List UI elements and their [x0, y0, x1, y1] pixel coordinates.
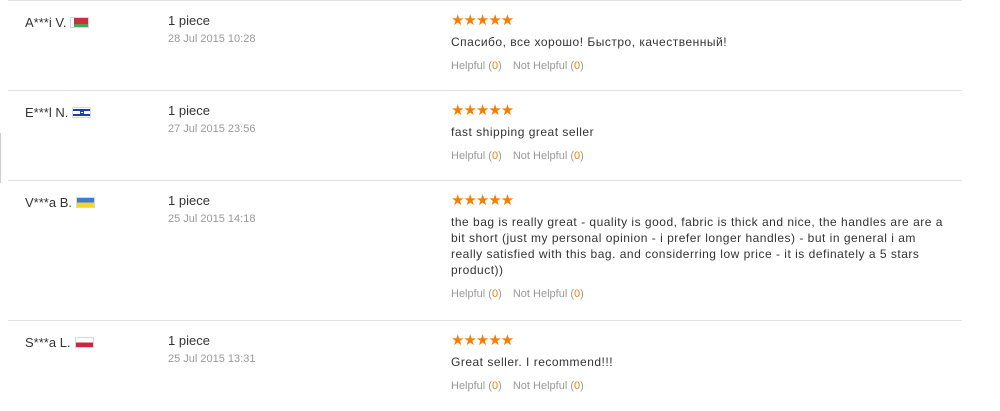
buyer-name: A***i V. — [25, 15, 67, 30]
order-info: 1 piece 28 Jul 2015 10:28 — [168, 13, 255, 45]
review-item: V***a B. 1 piece 25 Jul 2015 14:18 ★★★★★… — [8, 180, 962, 320]
review-item: E***l N. 1 piece 27 Jul 2015 23:56 ★★★★★… — [8, 90, 962, 180]
helpful-label: Helpful — [451, 150, 486, 162]
review-content: ★★★★★ the bag is really great - quality … — [451, 193, 951, 300]
belarus-flag-icon — [70, 17, 90, 28]
not-helpful-count: 0 — [574, 288, 581, 300]
star-rating: ★★★★★ — [451, 332, 514, 349]
buyer-info: V***a B. — [25, 195, 95, 210]
helpful-count: 0 — [491, 150, 499, 162]
helpful-button[interactable]: Helpful (0) — [451, 150, 502, 162]
helpful-label: Helpful — [451, 380, 486, 392]
star-rating: ★★★★★ — [451, 102, 514, 119]
not-helpful-count: 0 — [574, 380, 581, 392]
order-quantity: 1 piece — [168, 13, 210, 28]
not-helpful-label: Not Helpful — [512, 150, 568, 162]
not-helpful-count: 0 — [574, 150, 581, 162]
review-item: A***i V. 1 piece 28 Jul 2015 10:28 ★★★★★… — [8, 0, 962, 90]
order-quantity: 1 piece — [168, 103, 210, 118]
review-content: ★★★★★ Great seller. I recommend!!! Helpf… — [451, 333, 951, 392]
buyer-info: E***l N. — [25, 105, 92, 120]
israel-flag-icon — [72, 107, 92, 118]
order-info: 1 piece 27 Jul 2015 23:56 — [168, 103, 255, 135]
buyer-info: A***i V. — [25, 15, 90, 30]
review-text: Great seller. I recommend!!! — [451, 355, 614, 369]
not-helpful-count: 0 — [574, 60, 581, 72]
helpful-count: 0 — [491, 60, 499, 72]
not-helpful-button[interactable]: Not Helpful (0) — [513, 288, 584, 300]
review-date: 25 Jul 2015 14:18 — [168, 213, 256, 225]
review-text: Спасибо, все хорошо! Быстро, качественны… — [451, 35, 728, 49]
order-quantity: 1 piece — [168, 333, 210, 348]
buyer-info: S***a L. — [25, 335, 94, 350]
helpful-button[interactable]: Helpful (0) — [451, 380, 502, 392]
not-helpful-button[interactable]: Not Helpful (0) — [513, 150, 584, 162]
review-date: 28 Jul 2015 10:28 — [168, 33, 256, 45]
helpful-row: Helpful (0) Not Helpful (0) — [451, 380, 951, 392]
helpful-label: Helpful — [451, 60, 486, 72]
review-list: A***i V. 1 piece 28 Jul 2015 10:28 ★★★★★… — [8, 0, 962, 409]
not-helpful-label: Not Helpful — [512, 380, 568, 392]
ukraine-flag-icon — [75, 197, 95, 208]
not-helpful-button[interactable]: Not Helpful (0) — [513, 380, 584, 392]
helpful-row: Helpful (0) Not Helpful (0) — [451, 288, 951, 300]
order-info: 1 piece 25 Jul 2015 14:18 — [168, 193, 255, 225]
review-item: S***a L. 1 piece 25 Jul 2015 13:31 ★★★★★… — [8, 320, 962, 409]
helpful-count: 0 — [491, 288, 499, 300]
not-helpful-button[interactable]: Not Helpful (0) — [513, 60, 584, 72]
review-text: the bag is really great - quality is goo… — [451, 215, 943, 277]
order-quantity: 1 piece — [168, 193, 210, 208]
helpful-button[interactable]: Helpful (0) — [451, 288, 502, 300]
helpful-button[interactable]: Helpful (0) — [451, 60, 502, 72]
star-rating: ★★★★★ — [451, 12, 514, 29]
not-helpful-label: Not Helpful — [512, 288, 568, 300]
star-rating: ★★★★★ — [451, 192, 514, 209]
poland-flag-icon — [74, 337, 94, 348]
buyer-name: E***l N. — [25, 105, 69, 120]
review-date: 27 Jul 2015 23:56 — [168, 123, 256, 135]
review-text: fast shipping great seller — [451, 125, 595, 139]
left-edge-divider — [0, 133, 1, 183]
order-info: 1 piece 25 Jul 2015 13:31 — [168, 333, 255, 365]
review-content: ★★★★★ Спасибо, все хорошо! Быстро, качес… — [451, 13, 951, 72]
buyer-name: V***a B. — [25, 195, 72, 210]
helpful-row: Helpful (0) Not Helpful (0) — [451, 60, 951, 72]
buyer-name: S***a L. — [25, 335, 71, 350]
not-helpful-label: Not Helpful — [512, 60, 568, 72]
review-content: ★★★★★ fast shipping great seller Helpful… — [451, 103, 951, 162]
review-date: 25 Jul 2015 13:31 — [168, 353, 256, 365]
helpful-label: Helpful — [451, 288, 486, 300]
helpful-row: Helpful (0) Not Helpful (0) — [451, 150, 951, 162]
helpful-count: 0 — [491, 380, 499, 392]
